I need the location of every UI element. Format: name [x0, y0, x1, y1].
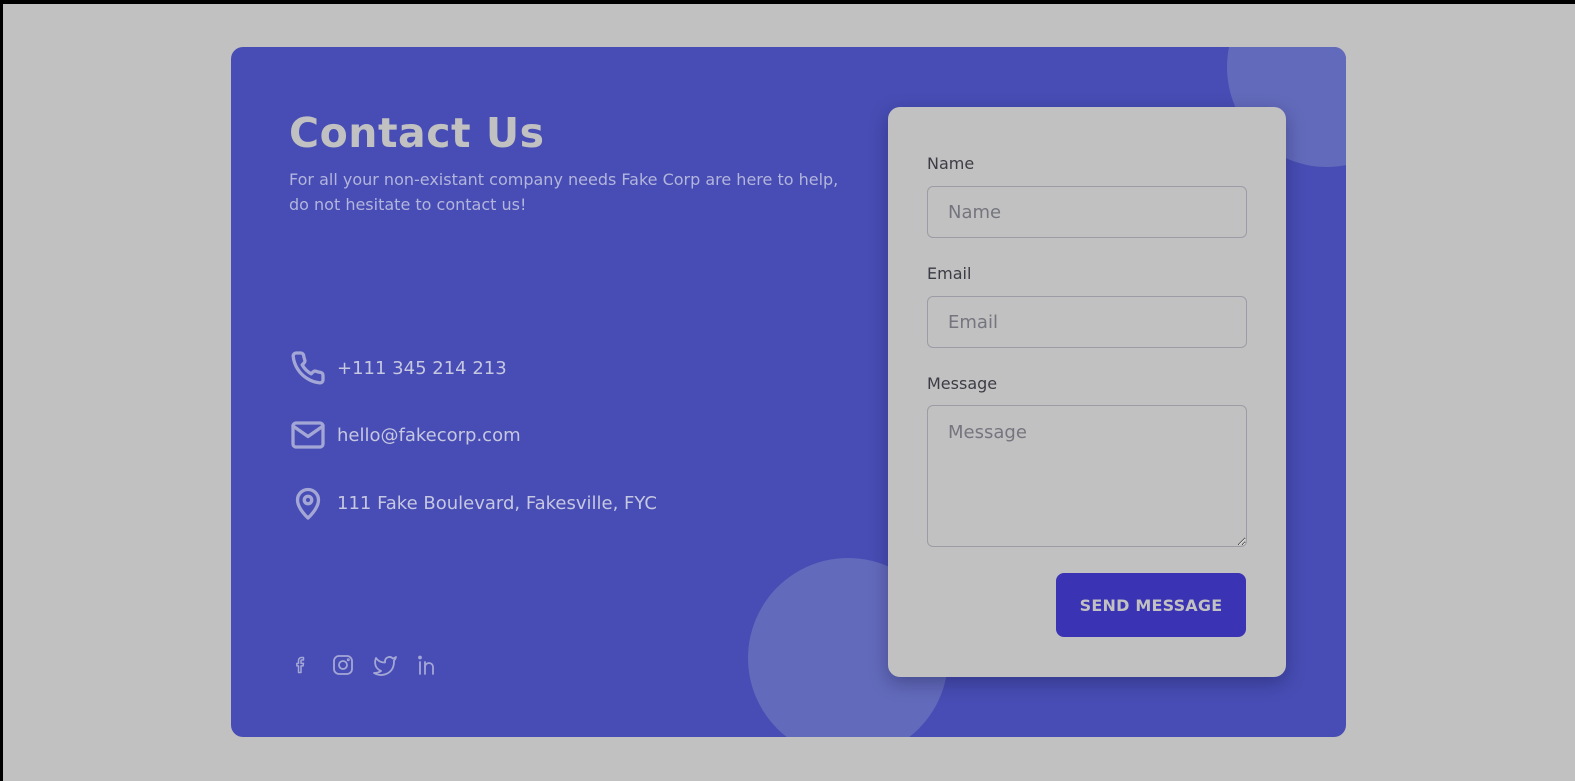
facebook-icon[interactable]: [289, 653, 313, 677]
contact-form: Name Email Message SEND MESSAGE: [888, 107, 1286, 677]
email-field[interactable]: [927, 296, 1247, 348]
message-label: Message: [927, 374, 998, 393]
window-frame-left: [0, 0, 3, 781]
linkedin-icon[interactable]: [415, 653, 439, 677]
page-title: Contact Us: [289, 109, 545, 157]
email-label: Email: [927, 264, 972, 283]
social-links: [289, 653, 439, 677]
contact-address: 111 Fake Boulevard, Fakesville, FYC: [289, 484, 657, 522]
contact-phone: +111 345 214 213: [289, 349, 507, 387]
window-frame-top: [0, 0, 1575, 4]
name-label: Name: [927, 154, 975, 173]
message-field[interactable]: [927, 405, 1247, 547]
location-pin-icon: [289, 484, 327, 522]
send-message-button[interactable]: SEND MESSAGE: [1056, 573, 1246, 637]
page-subtitle: For all your non-existant company needs …: [289, 170, 839, 214]
street-address: 111 Fake Boulevard, Fakesville, FYC: [337, 492, 657, 514]
twitter-icon[interactable]: [373, 653, 397, 677]
phone-number: +111 345 214 213: [337, 357, 507, 379]
mail-icon: [289, 416, 327, 454]
name-field[interactable]: [927, 186, 1247, 238]
instagram-icon[interactable]: [331, 653, 355, 677]
phone-icon: [289, 349, 327, 387]
contact-card: Contact Us For all your non-existant com…: [231, 47, 1346, 737]
email-address: hello@fakecorp.com: [337, 424, 521, 446]
contact-email: hello@fakecorp.com: [289, 416, 521, 454]
